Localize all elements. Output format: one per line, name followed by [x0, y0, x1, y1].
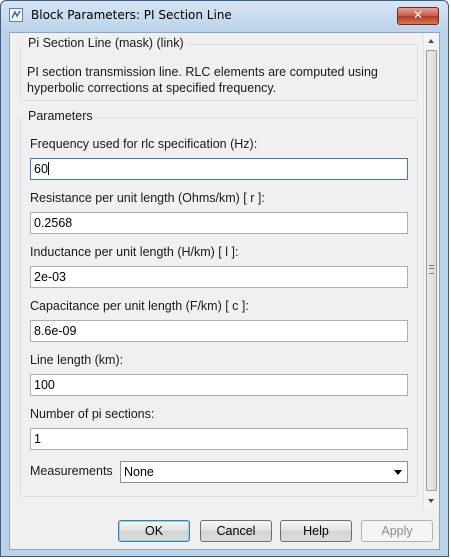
- vertical-scrollbar[interactable]: [423, 33, 439, 509]
- parameters-title: Parameters: [26, 109, 95, 123]
- measurements-label: Measurements: [30, 464, 113, 478]
- window-title: Block Parameters: PI Section Line: [31, 8, 232, 22]
- inductance-label: Inductance per unit length (H/km) [ l ]:: [30, 245, 239, 259]
- capacitance-label: Capacitance per unit length (F/km) [ c ]…: [30, 299, 249, 313]
- scroll-down-button[interactable]: [424, 493, 440, 509]
- close-button[interactable]: ✕: [397, 7, 439, 25]
- resistance-input[interactable]: 0.2568: [30, 212, 408, 234]
- ok-button[interactable]: OK: [118, 520, 190, 542]
- mask-description-group: Pi Section Line (mask) (link) PI section…: [20, 36, 418, 101]
- apply-button[interactable]: Apply: [361, 520, 433, 542]
- text-cursor: [47, 162, 49, 175]
- help-button[interactable]: Help: [280, 520, 352, 542]
- frequency-value: 60: [34, 162, 48, 176]
- dialog-window: Block Parameters: PI Section Line ✕ Pi S…: [0, 0, 449, 557]
- parameters-scroll-area: Pi Section Line (mask) (link) PI section…: [10, 33, 422, 509]
- mask-description: PI section transmission line. RLC elemen…: [27, 65, 378, 95]
- cancel-button[interactable]: Cancel: [200, 520, 272, 542]
- close-icon: ✕: [412, 8, 424, 22]
- line-length-label: Line length (km):: [30, 353, 124, 367]
- capacitance-input[interactable]: 8.6e-09: [30, 320, 408, 342]
- mask-title: Pi Section Line (mask) (link): [26, 36, 186, 50]
- parameters-group: Parameters Frequency used for rlc specif…: [20, 109, 418, 497]
- frequency-input[interactable]: 60: [30, 158, 408, 180]
- chevron-down-icon: [394, 470, 402, 475]
- grip-icon: [429, 265, 434, 274]
- scrollbar-thumb[interactable]: [426, 50, 437, 491]
- pi-sections-input[interactable]: 1: [30, 428, 408, 450]
- pi-sections-label: Number of pi sections:: [30, 407, 155, 421]
- dialog-body: Pi Section Line (mask) (link) PI section…: [9, 32, 440, 550]
- inductance-input[interactable]: 2e-03: [30, 266, 408, 288]
- block-parameters-icon: [9, 8, 23, 22]
- resistance-label: Resistance per unit length (Ohms/km) [ r…: [30, 191, 265, 205]
- measurements-selected: None: [124, 465, 154, 479]
- arrow-down-icon: [428, 499, 434, 503]
- scroll-up-button[interactable]: [424, 33, 440, 49]
- arrow-up-icon: [428, 39, 434, 43]
- title-bar[interactable]: Block Parameters: PI Section Line ✕: [1, 1, 448, 31]
- measurements-select[interactable]: None: [120, 461, 408, 483]
- line-length-input[interactable]: 100: [30, 374, 408, 396]
- frequency-label: Frequency used for rlc specification (Hz…: [30, 137, 258, 151]
